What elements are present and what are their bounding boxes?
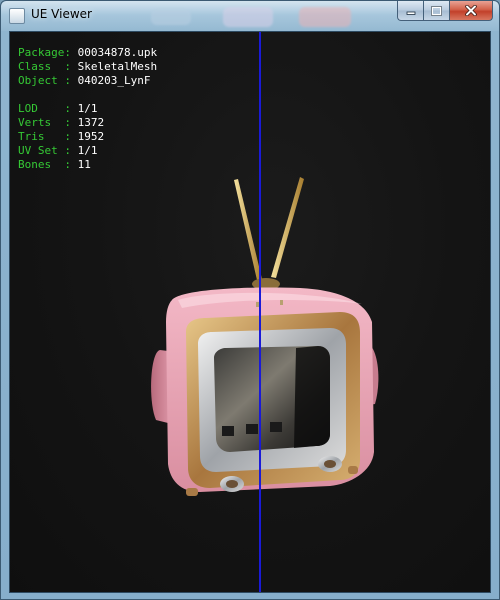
info-value: 1952 [77,130,105,143]
info-key: Object [18,74,65,87]
info-value: 1/1 [77,144,98,157]
info-separator: : [64,158,78,171]
maximize-button[interactable] [423,1,449,21]
info-separator: : [64,116,78,129]
vertical-axis-line [259,32,261,592]
app-icon [9,8,25,24]
info-row-object: Object : 040203_LynF [18,74,157,88]
title-bar[interactable]: UE Viewer [1,1,499,31]
info-row-verts: Verts : 1372 [18,116,157,130]
maximize-icon [431,5,442,16]
info-value: 1/1 [77,102,98,115]
viewport[interactable]: Package: 00034878.upk Class : SkeletalMe… [9,31,491,593]
info-key: Class [18,60,65,73]
info-separator: : [64,102,78,115]
info-row-bones: Bones : 11 [18,158,157,172]
close-icon [465,5,477,16]
info-value: 11 [77,158,91,171]
info-key: Verts [18,116,65,129]
info-value: 00034878.upk [77,46,158,59]
app-window: UE Viewer Package: 00034878.upk Class: … [0,0,500,600]
info-separator: : [64,60,78,73]
window-controls [397,1,493,21]
info-key: LOD [18,102,65,115]
info-value: SkeletalMesh [77,60,158,73]
window-title: UE Viewer [31,7,92,21]
info-row-class: Class : SkeletalMesh [18,60,157,74]
info-separator: : [64,74,78,87]
info-key: Bones [18,158,65,171]
close-button[interactable] [449,1,493,21]
info-key: Tris [18,130,65,143]
info-separator: : [64,46,78,59]
info-separator: : [64,144,78,157]
info-value: 1372 [77,116,105,129]
info-row-uvset: UV Set : 1/1 [18,144,157,158]
info-value: 040203_LynF [77,74,151,87]
info-row-lod: LOD : 1/1 [18,102,157,116]
minimize-icon [406,11,415,15]
info-row-tris: Tris : 1952 [18,130,157,144]
mesh-info-overlay: Package: 00034878.upk Class : SkeletalMe… [18,46,157,172]
info-row-package: Package: 00034878.upk [18,46,157,60]
info-key: Package [18,46,65,59]
info-separator: : [64,130,78,143]
minimize-button[interactable] [397,1,423,21]
info-key: UV Set [18,144,65,157]
